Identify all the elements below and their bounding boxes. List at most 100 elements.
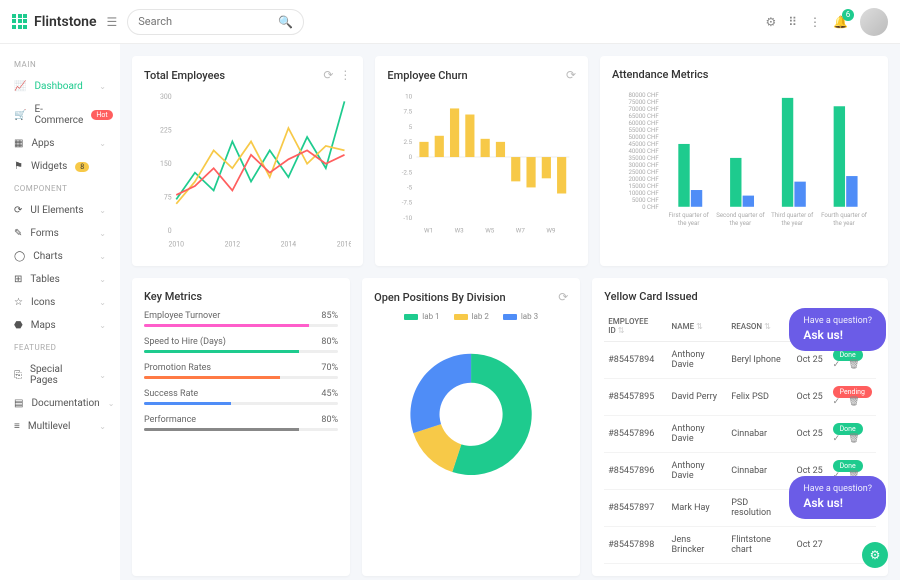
trash-icon[interactable]: 🗑 (848, 397, 859, 407)
metric-label: Promotion Rates (144, 363, 211, 373)
more-vert-icon[interactable]: ⋮ (809, 15, 821, 29)
sidebar-section-label: FEATURED (0, 337, 120, 358)
gear-icon[interactable]: ⚙ (765, 15, 776, 29)
sort-icon[interactable]: ⇅ (764, 322, 771, 331)
cell-id: #85457898 (604, 527, 667, 564)
ask-cta: Ask us! (803, 496, 872, 512)
cell-id: #85457897 (604, 490, 667, 527)
sidebar-item-label: Charts (33, 251, 63, 262)
svg-text:25000 CHF: 25000 CHF (628, 169, 659, 176)
hamburger-icon[interactable]: ☰ (107, 15, 118, 29)
sidebar-item-label: Multilevel (28, 421, 71, 432)
metric-label: Employee Turnover (144, 311, 220, 321)
sidebar-item-multilevel[interactable]: ≡Multilevel⌄ (0, 415, 120, 438)
ask-bubble[interactable]: Have a question? Ask us! (789, 308, 886, 351)
ask-question: Have a question? (803, 316, 872, 328)
sidebar-item-label: Widgets (31, 161, 67, 172)
metric-row: Success Rate45% (144, 389, 338, 405)
check-icon[interactable]: ✓ (833, 434, 841, 444)
svg-text:0 CHF: 0 CHF (642, 204, 659, 211)
legend-item: lab 1 (404, 312, 439, 321)
chevron-down-icon: ⌄ (99, 252, 106, 261)
check-icon[interactable]: ✓ (833, 397, 841, 407)
sidebar-pill: 8 (75, 162, 89, 172)
logo-mark-icon (12, 14, 28, 30)
sidebar-item-apps[interactable]: ▦Apps⌄ (0, 132, 120, 155)
sidebar-item-forms[interactable]: ✎Forms⌄ (0, 222, 120, 245)
dash-icon: 📈 (14, 81, 26, 92)
cell-id: #85457895 (604, 379, 667, 416)
refresh-icon[interactable]: ⟳ (566, 68, 576, 82)
svg-text:Fourth quarter of: Fourth quarter of (821, 212, 868, 219)
svg-text:2014: 2014 (281, 241, 297, 249)
card-title: Key Metrics (144, 290, 202, 303)
svg-text:-5: -5 (407, 184, 413, 192)
trash-icon[interactable]: 🗑 (848, 360, 859, 370)
search-input[interactable] (138, 15, 278, 28)
svg-text:30000 CHF: 30000 CHF (628, 162, 659, 169)
sidebar-item-ui-elements[interactable]: ⟳UI Elements⌄ (0, 199, 120, 222)
sidebar-item-special-pages[interactable]: ⎘Special Pages⌄ (0, 358, 120, 392)
sidebar-item-label: Maps (31, 320, 56, 331)
legend-item: lab 3 (503, 312, 538, 321)
layers-icon: ≡ (14, 421, 20, 432)
cell-id: #85457896 (604, 416, 667, 453)
svg-text:45000 CHF: 45000 CHF (628, 141, 659, 148)
ask-bubble[interactable]: Have a question? Ask us! (789, 476, 886, 519)
grouped-bar-chart: 0 CHF5000 CHF10000 CHF15000 CHF20000 CHF… (612, 89, 876, 231)
line-chart: 0751502253002010201220142016 (144, 90, 351, 251)
sidebar-item-e-commerce[interactable]: 🛒E-CommerceHot (0, 98, 120, 132)
refresh-icon[interactable]: ⟳ (558, 290, 568, 304)
search-box[interactable]: 🔍 (127, 9, 304, 35)
sidebar-item-widgets[interactable]: ⚑Widgets8 (0, 155, 120, 178)
svg-text:-7.5: -7.5 (402, 199, 413, 207)
chevron-down-icon: ⌄ (99, 371, 106, 380)
legend-item: lab 2 (454, 312, 489, 321)
cell-date: Oct 25 (793, 416, 829, 453)
sidebar-item-label: UI Elements (30, 205, 83, 216)
table-row: #85457898Jens BrinckerFlintstone chartOc… (604, 527, 876, 564)
trash-icon[interactable]: 🗑 (848, 434, 859, 444)
cell-date: Oct 25 (793, 379, 829, 416)
metric-row: Speed to Hire (Days)80% (144, 337, 338, 353)
sidebar-item-documentation[interactable]: ▤Documentation⌄ (0, 392, 120, 415)
sidebar-item-tables[interactable]: ⊞Tables⌄ (0, 268, 120, 291)
sidebar-item-label: Documentation (31, 398, 99, 409)
apps-grid-icon[interactable]: ⠿ (788, 15, 797, 29)
svg-text:Second quarter of: Second quarter of (716, 212, 765, 219)
card-title: Yellow Card Issued (604, 290, 697, 303)
svg-text:7.5: 7.5 (404, 108, 413, 116)
chevron-down-icon: ⌄ (108, 399, 115, 408)
svg-text:-2.5: -2.5 (402, 168, 413, 176)
svg-text:65000 CHF: 65000 CHF (628, 113, 659, 120)
refresh-icon[interactable]: ⟳ (323, 68, 333, 82)
sidebar-item-label: Apps (31, 138, 54, 149)
more-icon[interactable]: ⋮ (339, 68, 351, 82)
star-icon: ☆ (14, 297, 23, 308)
logo[interactable]: Flintstone (12, 14, 97, 30)
sidebar-item-label: Dashboard (34, 81, 82, 92)
fab-settings[interactable]: ⚙ (862, 542, 888, 568)
sort-icon[interactable]: ⇅ (618, 326, 625, 335)
column-header[interactable]: REASON⇅ (727, 311, 792, 342)
bell-icon[interactable]: 🔔 (833, 15, 848, 29)
cell-name: Anthony Davie (668, 416, 728, 453)
svg-text:W7: W7 (516, 226, 526, 234)
svg-text:W1: W1 (424, 226, 433, 234)
column-header[interactable]: EMPLOYEE ID⇅ (604, 311, 667, 342)
check-icon[interactable]: ✓ (833, 360, 841, 370)
metric-value: 80% (321, 415, 338, 425)
sidebar-item-maps[interactable]: ⬣Maps⌄ (0, 314, 120, 337)
svg-text:5000 CHF: 5000 CHF (632, 197, 659, 204)
svg-text:5: 5 (409, 123, 413, 131)
svg-text:80000 CHF: 80000 CHF (628, 92, 659, 99)
column-header[interactable]: NAME⇅ (668, 311, 728, 342)
search-icon[interactable]: 🔍 (278, 15, 293, 29)
sidebar-item-icons[interactable]: ☆Icons⌄ (0, 291, 120, 314)
metric-value: 45% (321, 389, 338, 399)
sort-icon[interactable]: ⇅ (696, 322, 703, 331)
avatar[interactable] (860, 8, 888, 36)
sidebar-section-label: COMPONENT (0, 178, 120, 199)
sidebar-item-charts[interactable]: ◯Charts⌄ (0, 245, 120, 268)
sidebar-item-dashboard[interactable]: 📈Dashboard⌄ (0, 75, 120, 98)
